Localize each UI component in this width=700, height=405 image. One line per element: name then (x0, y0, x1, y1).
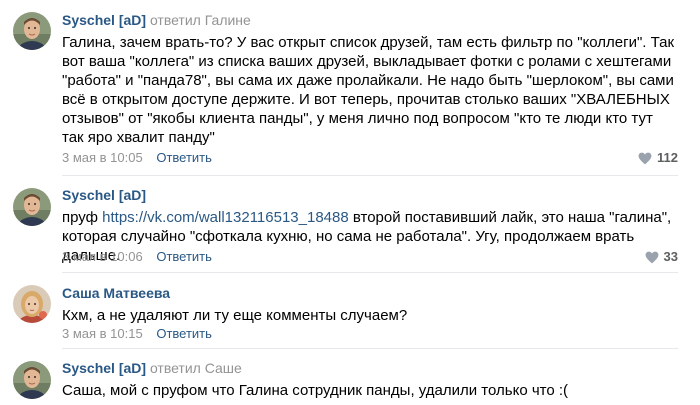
proof-link[interactable]: https://vk.com/wall132116513_18488 (102, 209, 349, 226)
comment-text: Галина, зачем врать-то? У вас открыт спи… (62, 34, 675, 146)
comment-text: пруф https://vk.com/wall132116513_18488 … (62, 208, 678, 264)
comment-divider (62, 175, 678, 176)
replied-prefix: ответил (149, 12, 201, 28)
comment-text: Саша, мой с пруфом что Галина сотрудник … (62, 382, 569, 399)
like-button[interactable]: 33 (645, 249, 678, 265)
reply-button[interactable]: Ответить (156, 249, 212, 264)
comment-meta: 3 мая в 10:05 Ответить 112 (62, 150, 678, 166)
comment-meta: 3 мая в 10:06 Ответить 33 (62, 249, 678, 265)
author-name[interactable]: Syschel [aD] (62, 12, 146, 28)
avatar[interactable] (13, 12, 51, 50)
replied-to-name[interactable]: Галине (205, 12, 251, 28)
comment-date[interactable]: 3 мая в 10:05 (62, 150, 143, 165)
comment-text: Кхм, а не удаляют ли ту еще комменты слу… (62, 307, 408, 324)
comment-header: Syschel [aD] ответил Саше (62, 359, 678, 377)
avatar[interactable] (13, 188, 51, 226)
comment-date[interactable]: 3 мая в 10:06 (62, 249, 143, 264)
avatar[interactable] (13, 285, 51, 323)
comment-divider (62, 272, 678, 273)
reply-button[interactable]: Ответить (156, 326, 212, 341)
comment-date[interactable]: 3 мая в 10:15 (62, 326, 143, 341)
comments-feed: Syschel [aD] ответил Галине Галина, заче… (0, 0, 700, 405)
comment-text-before: пруф (62, 209, 103, 226)
comment-header: Syschel [aD] ответил Галине (62, 11, 678, 29)
like-count: 112 (657, 150, 678, 165)
replied-prefix: ответил (149, 360, 201, 376)
comment-meta: 3 мая в 10:15 Ответить (62, 326, 678, 342)
comment-divider (62, 348, 678, 349)
author-name[interactable]: Саша Матвеева (62, 285, 170, 301)
replied-to-name[interactable]: Саше (205, 360, 242, 376)
comment-header: Syschel [aD] (62, 186, 678, 204)
avatar[interactable] (13, 361, 51, 399)
heart-icon (645, 251, 659, 264)
heart-icon (638, 152, 652, 165)
author-name[interactable]: Syschel [aD] (62, 187, 146, 203)
like-button[interactable]: 112 (638, 150, 678, 166)
reply-button[interactable]: Ответить (156, 150, 212, 165)
like-count: 33 (663, 249, 678, 264)
author-name[interactable]: Syschel [aD] (62, 360, 146, 376)
comment-header: Саша Матвеева (62, 284, 678, 302)
